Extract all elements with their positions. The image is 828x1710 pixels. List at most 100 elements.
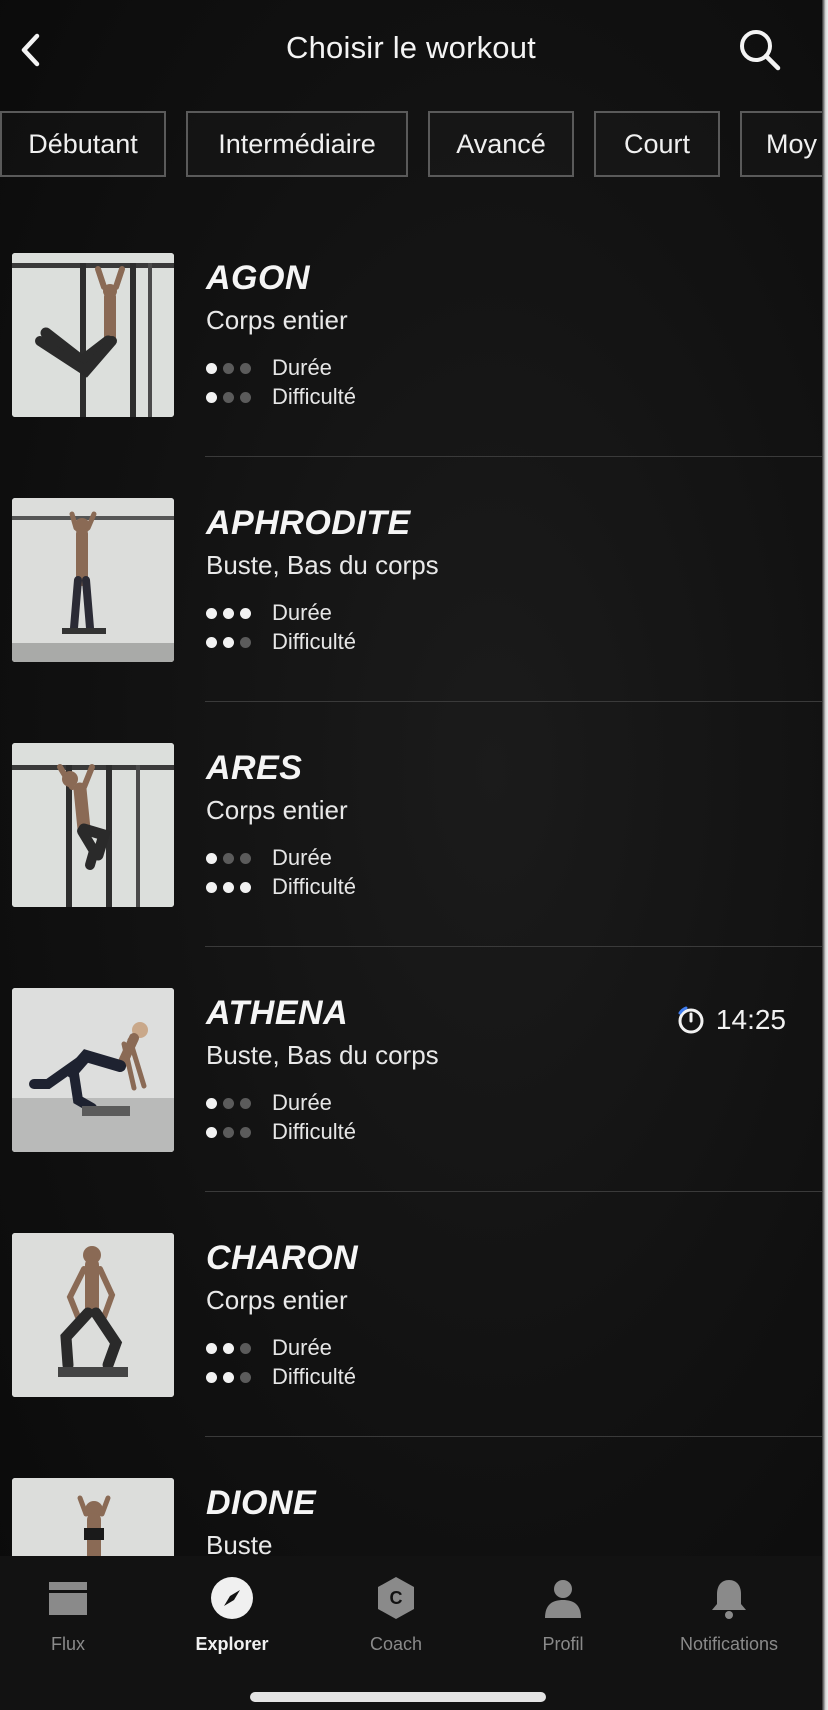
difficulty-label: Difficulté — [272, 384, 356, 409]
divider — [205, 1436, 822, 1437]
filter-chip-debutant[interactable]: Débutant — [0, 111, 166, 177]
screen: Choisir le workout Débutant Intermédiair… — [0, 0, 822, 1710]
search-button[interactable] — [732, 22, 788, 78]
filter-chip-label: Moy — [766, 128, 818, 159]
workout-item-agon[interactable]: AGON Corps entier Durée Difficulté — [0, 215, 822, 457]
filter-chip-avance[interactable]: Avancé — [428, 111, 574, 177]
level-dot-empty — [240, 636, 251, 648]
workout-item-athena[interactable]: ATHENA Buste, Bas du corps 14:25 Durée D… — [0, 950, 822, 1192]
difficulty-dots — [206, 391, 266, 403]
workout-item-charon[interactable]: CHARON Corps entier Durée Difficulté — [0, 1195, 822, 1437]
level-dot-filled — [206, 607, 217, 619]
duration-label: Durée — [272, 1090, 332, 1115]
divider — [205, 701, 822, 702]
workout-name: APHRODITE — [206, 504, 411, 542]
level-dot-empty — [223, 391, 234, 403]
filter-chip-court[interactable]: Court — [594, 111, 720, 177]
duration-rating: Durée — [206, 1090, 332, 1116]
level-dot-filled — [240, 881, 251, 893]
tab-explorer[interactable]: Explorer — [157, 1572, 307, 1672]
timer-value: 14:25 — [715, 1004, 786, 1035]
level-dot-filled — [223, 636, 234, 648]
filter-chip-label: Court — [623, 128, 691, 159]
level-dot-empty — [240, 1126, 251, 1138]
level-dot-empty — [223, 1126, 234, 1138]
level-dot-filled — [206, 1371, 217, 1383]
stopwatch-icon — [676, 1005, 706, 1035]
level-dot-filled — [206, 362, 217, 374]
tab-label: Coach — [369, 1634, 423, 1654]
level-dot-filled — [206, 881, 217, 893]
difficulty-label: Difficulté — [272, 1119, 356, 1144]
profile-icon — [541, 1572, 585, 1624]
header: Choisir le workout — [0, 0, 822, 100]
level-dot-filled — [223, 1342, 234, 1354]
workout-timer: 14:25 — [676, 1004, 786, 1036]
workout-thumbnail — [12, 498, 174, 662]
workout-name: AGON — [206, 259, 310, 297]
svg-text:C: C — [390, 1588, 403, 1608]
divider — [205, 456, 822, 457]
tab-label: Flux — [50, 1634, 85, 1654]
page-title: Choisir le workout — [286, 30, 536, 65]
workout-subtitle: Corps entier — [206, 305, 348, 335]
level-dot-empty — [223, 1097, 234, 1109]
level-dot-empty — [240, 1097, 251, 1109]
workout-thumbnail — [12, 988, 174, 1152]
difficulty-dots — [206, 1126, 266, 1138]
tab-label: Explorer — [195, 1634, 269, 1654]
difficulty-dots — [206, 636, 266, 648]
filter-chip-label: Avancé — [456, 128, 546, 159]
level-dot-filled — [206, 1126, 217, 1138]
workout-subtitle: Buste, Bas du corps — [206, 550, 439, 580]
workout-subtitle: Corps entier — [206, 1285, 348, 1315]
workout-name: CHARON — [206, 1239, 359, 1277]
filter-chip-intermediaire[interactable]: Intermédiaire — [186, 111, 408, 177]
level-dot-filled — [206, 1342, 217, 1354]
duration-rating: Durée — [206, 600, 332, 626]
feed-icon — [47, 1572, 89, 1624]
workout-item-aphrodite[interactable]: APHRODITE Buste, Bas du corps Durée Diff… — [0, 460, 822, 702]
difficulty-dots — [206, 1371, 266, 1383]
duration-rating: Durée — [206, 355, 332, 381]
search-icon — [740, 30, 781, 71]
filter-chips: Débutant Intermédiaire Avancé Court Moy — [0, 105, 822, 180]
duration-label: Durée — [272, 845, 332, 870]
tab-flux[interactable]: Flux — [0, 1572, 143, 1672]
duration-dots — [206, 362, 266, 374]
difficulty-label: Difficulté — [272, 874, 356, 899]
duration-label: Durée — [272, 355, 332, 380]
level-dot-filled — [240, 607, 251, 619]
tab-notifications[interactable]: Notifications — [654, 1572, 804, 1672]
tab-profil[interactable]: Profil — [488, 1572, 638, 1672]
coach-badge-icon: C — [374, 1572, 418, 1624]
workout-subtitle: Corps entier — [206, 795, 348, 825]
home-indicator — [250, 1692, 546, 1702]
duration-dots — [206, 607, 266, 619]
compass-icon — [209, 1572, 255, 1624]
level-dot-filled — [223, 1371, 234, 1383]
level-dot-filled — [223, 881, 234, 893]
level-dot-filled — [206, 391, 217, 403]
workout-name: ARES — [206, 749, 303, 787]
workout-thumbnail — [12, 743, 174, 907]
divider — [205, 1191, 822, 1192]
workout-item-ares[interactable]: ARES Corps entier Durée Difficulté — [0, 705, 822, 947]
workout-subtitle: Buste, Bas du corps — [206, 1040, 439, 1070]
duration-label: Durée — [272, 600, 332, 625]
duration-dots — [206, 852, 266, 864]
difficulty-label: Difficulté — [272, 1364, 356, 1389]
difficulty-rating: Difficulté — [206, 1119, 356, 1145]
level-dot-filled — [206, 852, 217, 864]
difficulty-rating: Difficulté — [206, 629, 356, 655]
duration-rating: Durée — [206, 1335, 332, 1361]
tab-label: Notifications — [679, 1634, 779, 1654]
filter-chip-label: Intermédiaire — [218, 128, 376, 159]
filter-chip-moyen[interactable]: Moy — [740, 111, 822, 177]
workout-thumbnail — [12, 1233, 174, 1397]
divider — [205, 946, 822, 947]
workout-name: DIONE — [206, 1484, 317, 1522]
difficulty-dots — [206, 881, 266, 893]
duration-rating: Durée — [206, 845, 332, 871]
tab-coach[interactable]: C Coach — [321, 1572, 471, 1672]
